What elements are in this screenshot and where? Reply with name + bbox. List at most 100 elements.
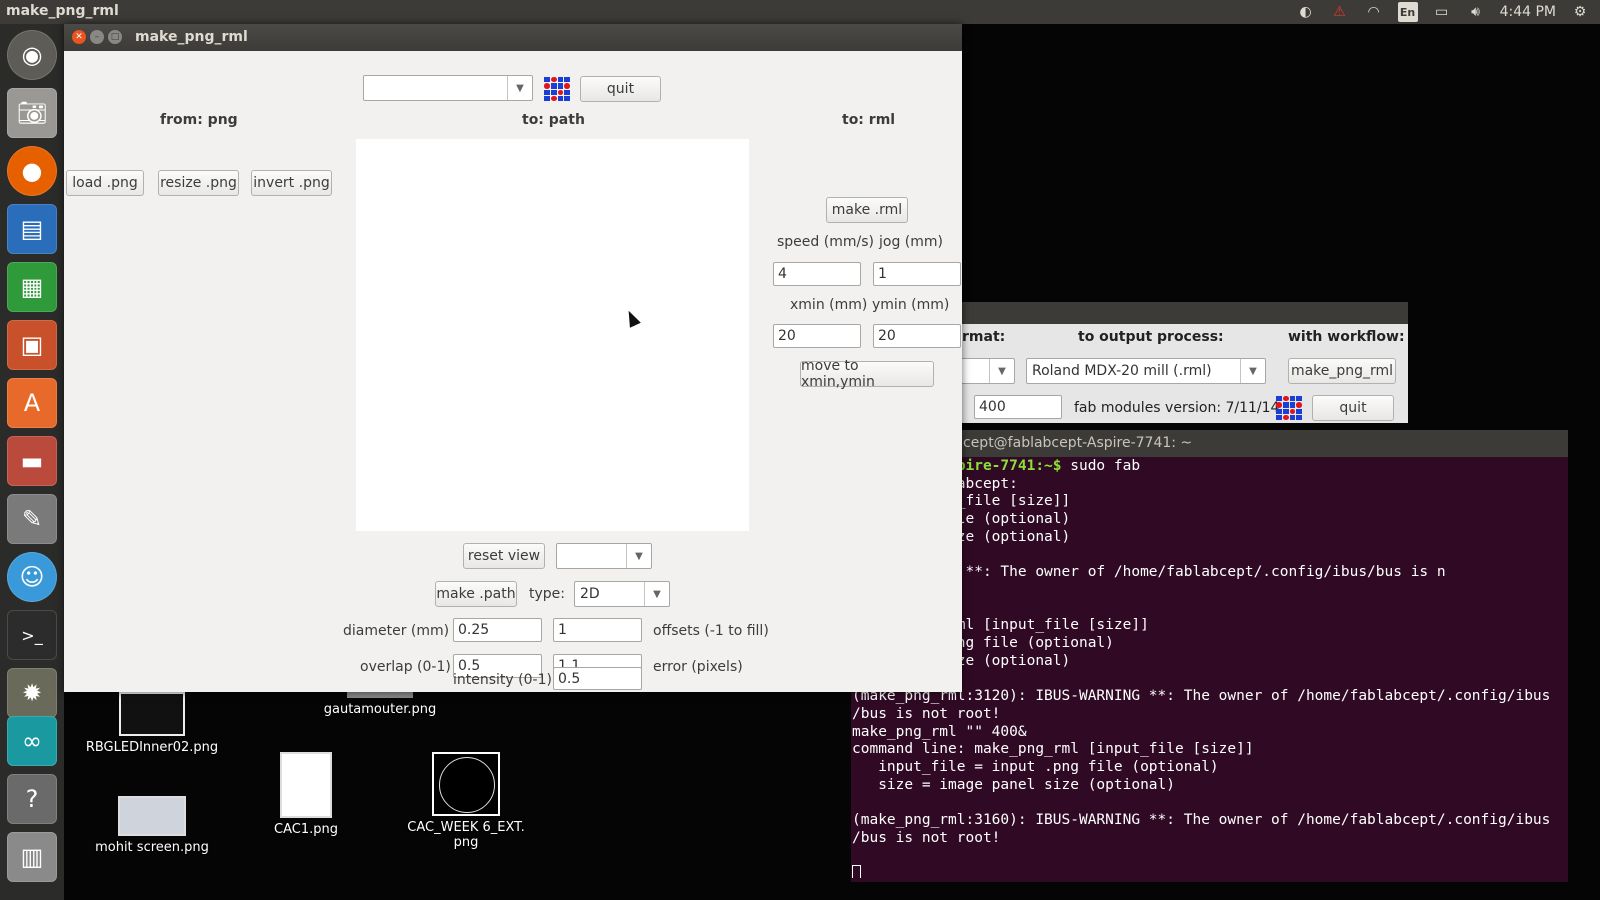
workflow-button[interactable]: make_png_rml bbox=[1288, 358, 1396, 384]
chevron-down-icon: ▼ bbox=[626, 544, 651, 568]
file-thumbnail bbox=[432, 752, 500, 816]
terminal-line: /bus is not root! bbox=[852, 705, 1001, 722]
empathy-icon[interactable]: ☺ bbox=[7, 552, 57, 602]
terminal-command: sudo fab bbox=[1061, 458, 1141, 474]
file-label: mohit screen.png bbox=[95, 840, 209, 855]
fab-logo-icon bbox=[544, 77, 570, 101]
maximize-icon[interactable]: □ bbox=[108, 30, 122, 44]
format-select[interactable]: ▼ bbox=[960, 358, 1015, 384]
launcher: ◉ 📷︎ ● ▤ ▦ ▣ A ▬ ✎ ☺ >_ ✹ ∞ ? ▥ bbox=[0, 24, 64, 900]
resize-png-button[interactable]: resize .png bbox=[158, 170, 239, 196]
offsets-input[interactable]: 1 bbox=[553, 618, 642, 642]
file-label: CAC_WEEK 6_EXT. png bbox=[407, 820, 525, 850]
error-label: error (pixels) bbox=[653, 659, 743, 675]
quit-button[interactable]: quit bbox=[580, 76, 661, 102]
desktop-file-mohit-screen[interactable]: mohit screen.png bbox=[72, 796, 232, 855]
workspace-icon[interactable]: ▥ bbox=[7, 832, 57, 882]
fab-modules-window: rmat: to output process: with workflow: … bbox=[920, 302, 1408, 423]
diameter-input[interactable]: 0.25 bbox=[453, 618, 542, 642]
make-rml-button[interactable]: make .rml bbox=[826, 197, 908, 223]
clock[interactable]: 4:44 PM bbox=[1500, 4, 1556, 20]
load-png-button[interactable]: load .png bbox=[66, 170, 144, 196]
system-tray: ◐ ⚠ ◠ En ▭ 🔊︎ 4:44 PM ⚙ bbox=[1296, 0, 1600, 24]
window-titlebar[interactable]: ✕ – □ make_png_rml bbox=[64, 24, 962, 51]
chevron-down-icon: ▼ bbox=[644, 582, 669, 606]
ymin-input[interactable]: 20 bbox=[873, 324, 961, 348]
terminal-line: size = image panel size (optional) bbox=[878, 776, 1176, 793]
fab-quit-button[interactable]: quit bbox=[1312, 395, 1394, 421]
move-to-xmin-ymin-button[interactable]: move to xmin,ymin bbox=[800, 358, 934, 390]
battery-icon[interactable]: ▭ bbox=[1432, 2, 1452, 22]
intensity-input[interactable]: 0.5 bbox=[553, 667, 642, 690]
desktop-file-cac1[interactable]: CAC1.png bbox=[256, 752, 356, 837]
firefox-icon[interactable]: ● bbox=[7, 146, 57, 196]
size-input[interactable]: 400 bbox=[974, 395, 1062, 419]
output-process-value: Roland MDX-20 mill (.rml) bbox=[1032, 363, 1212, 379]
file-label: gautamouter.png bbox=[323, 702, 437, 717]
type-select[interactable]: 2D ▼ bbox=[574, 581, 670, 607]
terminal-line: input_file = input .png file (optional) bbox=[878, 758, 1219, 775]
file-select[interactable]: ▼ bbox=[363, 75, 533, 101]
camera-icon[interactable]: 📷︎ bbox=[7, 88, 57, 138]
arduino-icon[interactable]: ∞ bbox=[7, 716, 57, 766]
gear-icon[interactable]: ⚙ bbox=[1570, 2, 1590, 22]
reset-view-button[interactable]: reset view bbox=[463, 543, 545, 569]
terminal-line: make_png_rml "" 400& bbox=[852, 723, 1027, 740]
keyboard-layout-indicator[interactable]: En bbox=[1397, 2, 1418, 22]
path-preview-canvas[interactable] bbox=[356, 139, 749, 531]
overlap-label: overlap (0-1) bbox=[360, 659, 451, 675]
xmin-label: xmin (mm) bbox=[790, 297, 868, 313]
file-label: CAC1.png bbox=[274, 822, 338, 837]
top-panel: make_png_rml ◐ ⚠ ◠ En ▭ 🔊︎ 4:44 PM ⚙ bbox=[0, 0, 1600, 24]
jog-input[interactable]: 1 bbox=[873, 262, 961, 286]
files-icon[interactable]: ▬ bbox=[7, 436, 57, 486]
ymin-label: ymin (mm) bbox=[872, 297, 950, 313]
mouse-cursor-icon bbox=[623, 308, 641, 328]
software-center-icon[interactable]: A bbox=[7, 378, 57, 428]
terminal-line: (make_png_rml:3160): IBUS-WARNING **: Th… bbox=[852, 812, 1551, 829]
fab-logo-icon bbox=[1276, 396, 1302, 420]
desktop-file-gautamouter[interactable]: gautamouter.png bbox=[300, 692, 460, 717]
file-label: RBGLEDInner02.png bbox=[85, 740, 219, 755]
chevron-down-icon: ▼ bbox=[1240, 359, 1265, 383]
desktop-file-rbgledinner02[interactable]: RBGLEDInner02.png bbox=[72, 692, 232, 755]
to-rml-heading: to: rml bbox=[842, 112, 896, 128]
warning-icon[interactable]: ⚠ bbox=[1330, 2, 1350, 22]
version-text: fab modules version: 7/11/14 bbox=[1074, 400, 1280, 416]
calc-icon[interactable]: ▦ bbox=[7, 262, 57, 312]
from-png-heading: from: png bbox=[160, 112, 238, 128]
offsets-label: offsets (-1 to fill) bbox=[653, 623, 769, 639]
dash-icon[interactable]: ◉ bbox=[7, 30, 57, 80]
sync-icon[interactable]: ◐ bbox=[1296, 2, 1316, 22]
workflow-label: with workflow: bbox=[1288, 329, 1405, 345]
speed-input[interactable]: 4 bbox=[773, 262, 861, 286]
impress-icon[interactable]: ▣ bbox=[7, 320, 57, 370]
writer-icon[interactable]: ▤ bbox=[7, 204, 57, 254]
type-select-value: 2D bbox=[580, 586, 600, 602]
make-path-button[interactable]: make .path bbox=[435, 581, 517, 607]
desktop-file-cac-week6-ext[interactable]: CAC_WEEK 6_EXT. png bbox=[396, 752, 536, 850]
invert-png-button[interactable]: invert .png bbox=[251, 170, 332, 196]
format-label: rmat: bbox=[962, 329, 1006, 345]
terminal-icon[interactable]: >_ bbox=[7, 610, 57, 660]
diameter-label: diameter (mm) bbox=[343, 623, 450, 639]
make-png-rml-window: ✕ – □ make_png_rml ▼ quit from: png load… bbox=[64, 24, 962, 692]
minimize-icon[interactable]: – bbox=[90, 30, 104, 44]
settings-icon[interactable]: ✎ bbox=[7, 494, 57, 544]
help-icon[interactable]: ? bbox=[7, 774, 57, 824]
speed-label: speed (mm/s) bbox=[777, 234, 874, 250]
chevron-down-icon: ▼ bbox=[989, 359, 1014, 383]
close-icon[interactable]: ✕ bbox=[72, 30, 86, 44]
gimp-icon[interactable]: ✹ bbox=[7, 668, 57, 718]
volume-icon[interactable]: 🔊︎ bbox=[1466, 2, 1486, 22]
wifi-icon[interactable]: ◠ bbox=[1364, 2, 1384, 22]
output-process-select[interactable]: Roland MDX-20 mill (.rml) ▼ bbox=[1026, 358, 1266, 384]
view-select[interactable]: ▼ bbox=[556, 543, 652, 569]
xmin-input[interactable]: 20 bbox=[773, 324, 861, 348]
terminal-cursor bbox=[852, 865, 861, 878]
type-label: type: bbox=[529, 586, 565, 602]
chevron-down-icon: ▼ bbox=[507, 76, 532, 100]
jog-label: jog (mm) bbox=[879, 234, 943, 250]
window-title: make_png_rml bbox=[135, 29, 248, 45]
circle-shape bbox=[439, 757, 495, 813]
